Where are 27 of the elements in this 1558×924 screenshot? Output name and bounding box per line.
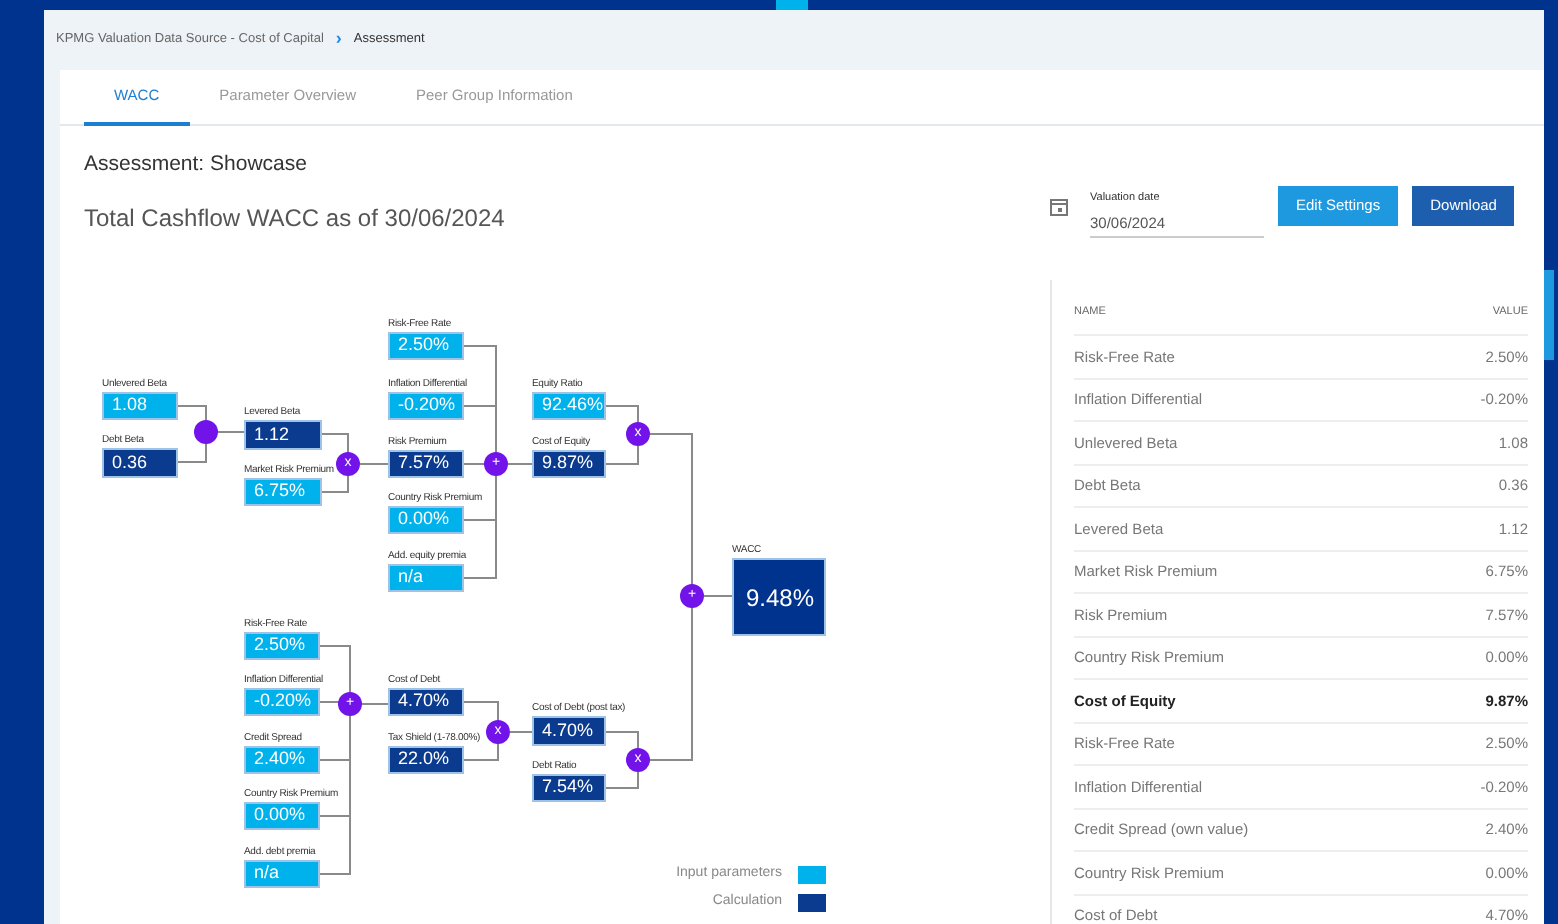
value-node: 0.36 <box>102 448 178 478</box>
value-node: 1.12 <box>244 420 322 450</box>
top-indicator <box>776 0 808 10</box>
value-node: 9.87% <box>532 450 606 478</box>
value-node: 7.57% <box>388 450 464 478</box>
value-node: 2.40% <box>244 746 320 774</box>
value-node: 1.08 <box>102 392 178 420</box>
value-node: n/a <box>244 860 320 888</box>
breadcrumb-separator: › <box>335 26 342 53</box>
value-node: 0.00% <box>388 506 464 534</box>
value-node: -0.20% <box>388 392 464 420</box>
value-node: 22.0% <box>388 746 464 774</box>
value-node: 0.00% <box>244 802 320 830</box>
value-node: 92.46% <box>532 392 606 420</box>
value-node: 4.70% <box>532 716 606 746</box>
value-node: 2.50% <box>244 632 320 660</box>
value-node: 6.75% <box>244 478 322 506</box>
value-node: n/a <box>388 564 464 592</box>
side-tab[interactable] <box>1544 270 1554 360</box>
page-subtitle: Total Cashflow WACC as of 30/06/2024 <box>84 202 507 234</box>
value-node: 7.54% <box>532 774 606 802</box>
calendar-icon <box>1050 198 1068 216</box>
value-node: 9.48% <box>732 558 826 636</box>
value-node: -0.20% <box>244 688 320 716</box>
page-heading: Assessment: Showcase <box>84 150 309 178</box>
value-node: 2.50% <box>388 332 464 360</box>
value-node: 4.70% <box>388 688 464 716</box>
